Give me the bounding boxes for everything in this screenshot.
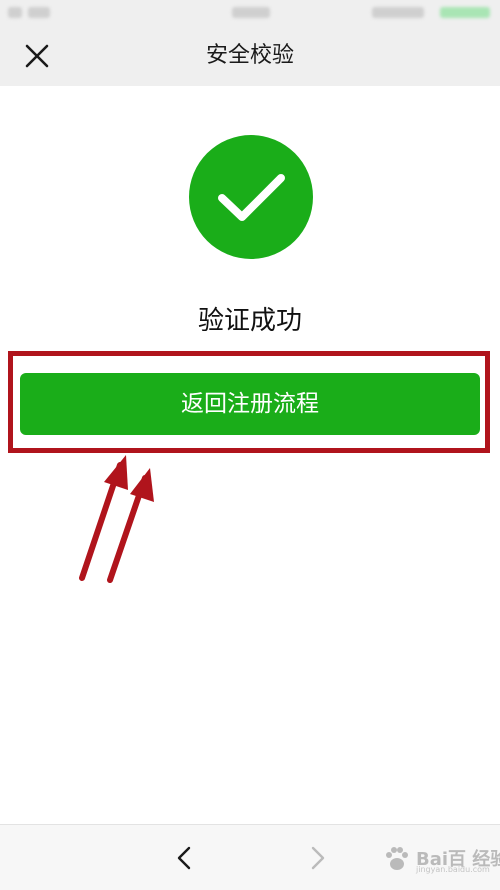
back-button[interactable] — [170, 843, 200, 873]
status-indicators-icon — [372, 7, 424, 18]
close-button[interactable] — [22, 41, 52, 71]
bottom-toolbar: Bai百 经验 jingyan.baidu.com — [0, 824, 500, 890]
status-time — [232, 7, 270, 18]
baidu-jingyan-watermark: Bai百 经验 jingyan.baidu.com — [382, 843, 500, 875]
return-to-registration-button[interactable]: 返回注册流程 — [20, 373, 480, 435]
chevron-left-icon — [177, 846, 191, 870]
screen: 安全校验 验证成功 返回注册流程 Bai百 经验 jingyan.baidu.c… — [0, 0, 500, 890]
page-title: 安全校验 — [205, 43, 294, 68]
chevron-right-icon — [311, 846, 325, 870]
annotation-arrows-icon — [79, 455, 154, 583]
close-icon — [25, 44, 49, 68]
battery-icon — [440, 7, 490, 18]
status-bar — [0, 0, 500, 26]
status-signal-icon — [8, 7, 22, 18]
paw-logo-icon — [386, 847, 408, 870]
watermark-url: jingyan.baidu.com — [416, 865, 490, 874]
success-message: 验证成功 — [197, 306, 302, 336]
forward-button[interactable] — [302, 843, 332, 873]
nav-header: 安全校验 — [0, 26, 500, 86]
status-carrier-icon — [28, 7, 50, 18]
checkmark-circle-icon — [189, 135, 313, 259]
